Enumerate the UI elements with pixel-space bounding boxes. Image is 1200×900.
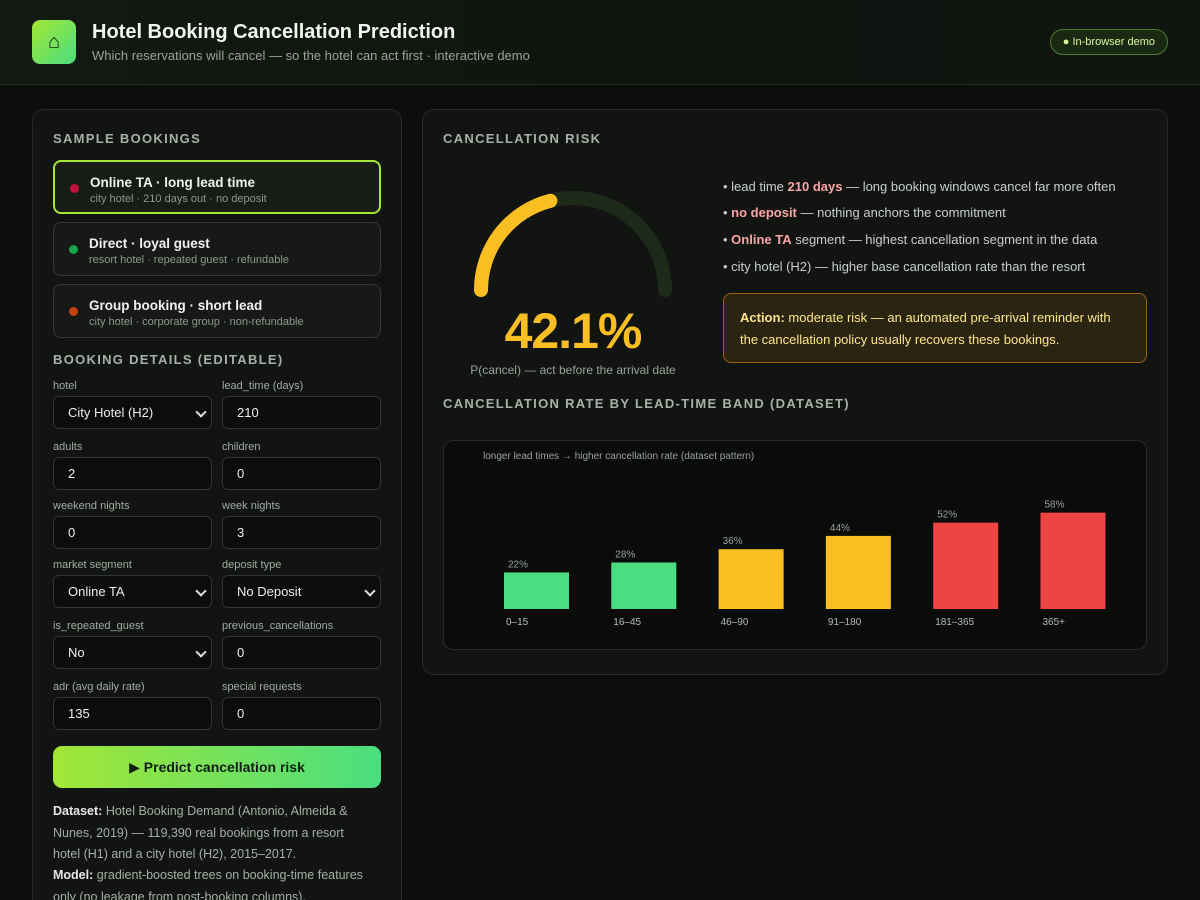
week-nights-input[interactable]: 3: [222, 516, 381, 549]
reason-text: • lead time: [723, 179, 788, 194]
bar-category-label: 181–365: [935, 617, 974, 628]
reason-lead-time: • lead time 210 days — long booking wind…: [723, 179, 1116, 194]
previous-cancellations-input[interactable]: 0: [222, 636, 381, 669]
market-segment-select[interactable]: Online TA: [53, 575, 212, 608]
weekend-nights-input[interactable]: 0: [53, 516, 212, 549]
reason-highlight: no deposit: [731, 205, 797, 220]
reason-text: — long booking windows cancel far more o…: [842, 179, 1116, 194]
deposit-type-select[interactable]: No Deposit: [222, 575, 381, 608]
sample-card-title: Direct · loyal guest: [89, 236, 210, 251]
bar-category-label: 0–15: [506, 617, 529, 628]
sample-card-title: Group booking · short lead: [89, 298, 263, 313]
status-dot-icon: [70, 184, 79, 193]
hotel-label: hotel: [53, 380, 77, 392]
lead-time-bar-chart: longer lead times → higher cancellation …: [483, 451, 1106, 628]
lead-time-chart-container: longer lead times → higher cancellation …: [443, 440, 1147, 650]
bar-category-label: 16–45: [613, 617, 641, 628]
bar-value-label: 58%: [1045, 500, 1065, 511]
week-nights-label: week nights: [222, 500, 281, 512]
model-text: gradient-boosted trees on booking-time f…: [53, 868, 363, 900]
children-label: children: [222, 441, 261, 453]
predict-button[interactable]: ▶ Predict cancellation risk: [53, 746, 381, 788]
risk-percentage: 42.1%: [504, 303, 643, 359]
sample-card-title: Online TA · long lead time: [90, 175, 256, 190]
status-dot-icon: [69, 307, 78, 316]
sample-card-direct[interactable]: Direct · loyal guest resort hotel · repe…: [53, 222, 381, 276]
adr-input[interactable]: 135: [53, 697, 212, 730]
sample-bookings-title: SAMPLE BOOKINGS: [53, 131, 202, 146]
repeated-guest-label: is_repeated_guest: [53, 620, 144, 632]
bar-16–45: [611, 562, 677, 609]
sample-card-subtitle: resort hotel · repeated guest · refundab…: [89, 254, 289, 266]
bar-value-label: 22%: [508, 559, 528, 570]
cancellation-risk-title: CANCELLATION RISK: [443, 131, 602, 146]
right-panel: CANCELLATION RISK 42.1% P(cancel) — act …: [422, 109, 1168, 675]
hotel-logo-icon: ⌂: [32, 20, 76, 64]
bar-category-label: 91–180: [828, 617, 862, 628]
adr-label: adr (avg daily rate): [53, 681, 145, 693]
adults-label: adults: [53, 441, 83, 453]
model-label: Model:: [53, 868, 94, 882]
deposit-type-label: deposit type: [222, 559, 282, 571]
special-requests-label: special requests: [222, 681, 302, 693]
bar-value-label: 44%: [830, 523, 850, 534]
action-recommendation: Action: moderate risk — an automated pre…: [723, 293, 1147, 363]
action-text: moderate risk — an automated pre-arrival…: [740, 310, 1111, 347]
sample-card-group[interactable]: Group booking · short lead city hotel · …: [53, 284, 381, 338]
lead-time-chart-title: CANCELLATION RATE BY LEAD-TIME BAND (DAT…: [443, 396, 850, 411]
bar-181–365: [933, 522, 999, 609]
reason-highlight: Online TA: [731, 232, 792, 247]
previous-cancellations-label: previous_cancellations: [222, 620, 334, 632]
app-title: Hotel Booking Cancellation Prediction: [92, 21, 456, 43]
reason-hotel-type: • city hotel (H2) — higher base cancella…: [723, 259, 1085, 274]
special-requests-input[interactable]: 0: [222, 697, 381, 730]
dataset-label: Dataset:: [53, 804, 103, 818]
booking-details-title: BOOKING DETAILS (EDITABLE): [53, 352, 284, 367]
sample-card-subtitle: city hotel · corporate group · non-refun…: [89, 316, 304, 328]
risk-caption: P(cancel) — act before the arrival date: [470, 363, 676, 377]
bar-category-label: 46–90: [721, 617, 749, 628]
reason-text: segment — highest cancellation segment i…: [791, 232, 1098, 247]
status-dot-icon: [69, 245, 78, 254]
reason-segment: • Online TA segment — highest cancellati…: [723, 232, 1097, 247]
gauge-track: [474, 191, 672, 297]
model-info: Model: gradient-boosted trees on booking…: [53, 865, 373, 900]
weekend-nights-label: weekend nights: [53, 500, 130, 512]
sample-card-subtitle: city hotel · 210 days out · no deposit: [90, 193, 267, 205]
lead-time-label: lead_time (days): [222, 380, 304, 392]
bar-91–180: [825, 535, 891, 609]
app-header: ⌂ Hotel Booking Cancellation Prediction …: [0, 0, 1200, 85]
bar-0–15: [504, 572, 569, 609]
chart-annotation: longer lead times → higher cancellation …: [483, 451, 754, 462]
repeated-guest-select[interactable]: No: [53, 636, 212, 669]
reason-text: — nothing anchors the commitment: [796, 205, 1006, 220]
reason-text: • city hotel (H2) — higher base cancella…: [723, 259, 1086, 274]
bar-value-label: 36%: [723, 536, 743, 547]
gauge-fill: [474, 193, 558, 297]
sample-card-online-ta[interactable]: Online TA · long lead time city hotel · …: [53, 160, 381, 214]
app-subtitle: Which reservations will cancel — so the …: [92, 48, 530, 63]
adults-input[interactable]: 2: [53, 457, 212, 490]
hotel-select[interactable]: City Hotel (H2): [53, 396, 212, 429]
children-input[interactable]: 0: [222, 457, 381, 490]
action-label: Action:: [740, 310, 785, 325]
reason-text: •: [723, 232, 732, 247]
bar-category-label: 365+: [1043, 617, 1066, 628]
bar-46–90: [718, 549, 784, 609]
left-panel: SAMPLE BOOKINGS Online TA · long lead ti…: [32, 109, 402, 900]
reason-deposit: • no deposit — nothing anchors the commi…: [723, 205, 1006, 220]
bar-value-label: 52%: [937, 510, 957, 521]
dataset-info: Dataset: Hotel Booking Demand (Antonio, …: [53, 801, 373, 866]
lead-time-input[interactable]: 210: [222, 396, 381, 429]
reason-highlight: 210 days: [787, 179, 843, 194]
reason-text: •: [723, 205, 732, 220]
bar-value-label: 28%: [615, 549, 635, 560]
bar-365+: [1040, 512, 1106, 609]
demo-badge: ● In-browser demo: [1049, 29, 1168, 55]
market-segment-label: market segment: [53, 559, 132, 571]
